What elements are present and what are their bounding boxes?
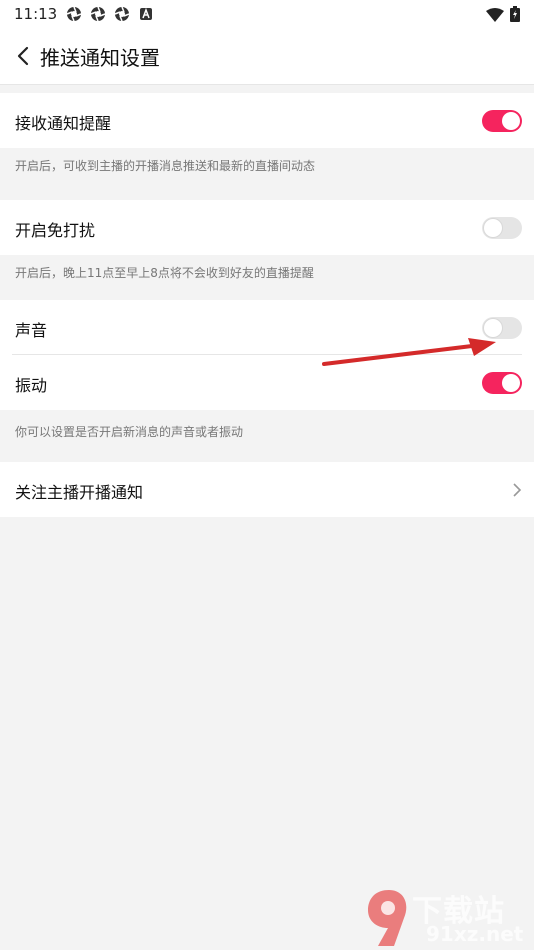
a-badge-icon [138, 6, 154, 22]
receive-notification-hint: 开启后，可收到主播的开播消息推送和最新的直播间动态 [15, 159, 316, 173]
follow-group: 关注主播开播通知 [0, 462, 534, 517]
toggle-knob [502, 112, 520, 130]
dnd-hint: 开启后，晚上11点至早上8点将不会收到好友的直播提醒 [15, 266, 314, 280]
watermark-logo-icon [368, 890, 407, 946]
dnd-toggle[interactable] [482, 217, 522, 239]
toggle-knob [484, 319, 502, 337]
status-system-icons [486, 6, 520, 26]
sound-label: 声音 [15, 321, 48, 340]
annotation-arrow [322, 338, 496, 366]
wifi-icon [486, 7, 504, 26]
status-time: 11:13 [14, 5, 58, 23]
status-notification-icons [66, 6, 154, 22]
receive-notification-toggle[interactable] [482, 110, 522, 132]
receive-notification-group: 接收通知提醒 [0, 93, 534, 148]
camera-shutter-icon [90, 6, 106, 22]
vibrate-label: 振动 [15, 376, 48, 395]
dnd-row[interactable]: 开启免打扰 [0, 200, 534, 255]
vibrate-toggle[interactable] [482, 372, 522, 394]
receive-notification-row[interactable]: 接收通知提醒 [0, 93, 534, 148]
receive-notification-label: 接收通知提醒 [15, 114, 112, 133]
follow-streamer-label: 关注主播开播通知 [15, 483, 144, 502]
page-title: 推送通知设置 [40, 46, 160, 70]
dnd-group: 开启免打扰 [0, 200, 534, 255]
camera-shutter-icon [66, 6, 82, 22]
toggle-knob [484, 219, 502, 237]
app-bar: 推送通知设置 [0, 30, 534, 85]
status-bar: 11:13 [0, 0, 534, 30]
toggle-knob [502, 374, 520, 392]
chevron-right-icon [512, 483, 522, 497]
camera-shutter-icon [114, 6, 130, 22]
sound-vibrate-hint: 你可以设置是否开启新消息的声音或者振动 [15, 425, 244, 439]
battery-icon [510, 6, 520, 26]
watermark: 下载站 91xz.net [364, 886, 534, 950]
follow-streamer-row[interactable]: 关注主播开播通知 [0, 462, 534, 517]
dnd-label: 开启免打扰 [15, 221, 96, 240]
watermark-sub: 91xz.net [426, 922, 524, 946]
back-arrow-icon[interactable] [12, 44, 36, 68]
